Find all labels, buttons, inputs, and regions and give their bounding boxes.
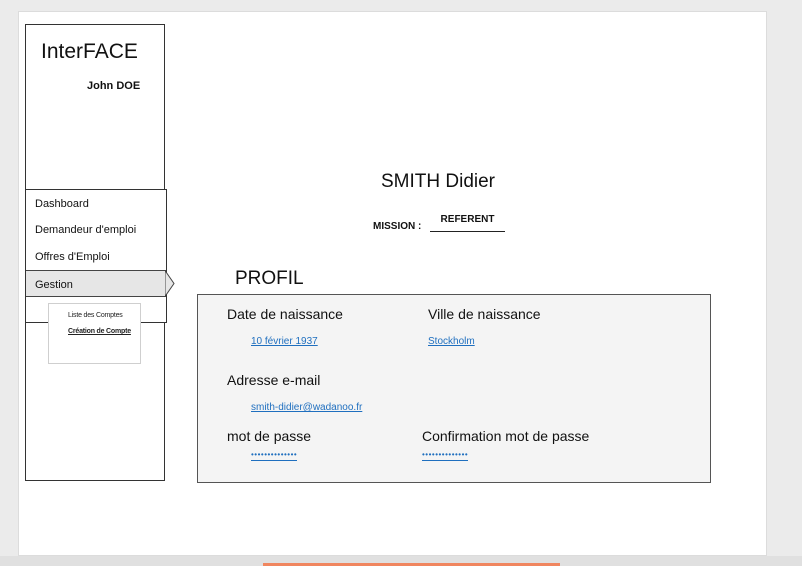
birth-city-label: Ville de naissance bbox=[428, 306, 541, 322]
submenu-item-creation-compte[interactable]: Création de Compte bbox=[68, 328, 131, 335]
sidebar-item-dashboard[interactable]: Dashboard bbox=[35, 198, 89, 210]
password-confirm-field[interactable]: •••••••••••••• bbox=[422, 451, 469, 461]
password-field[interactable]: •••••••••••••• bbox=[251, 451, 298, 461]
sidebar-item-demandeur-emploi[interactable]: Demandeur d'emploi bbox=[35, 224, 136, 236]
app-title: InterFACE bbox=[41, 40, 138, 63]
sidebar-item-gestion-active[interactable]: Gestion bbox=[26, 270, 166, 297]
birth-date-field[interactable]: 10 février 1937 bbox=[251, 336, 318, 347]
gestion-submenu: Liste des Comptes Création de Compte bbox=[48, 303, 141, 364]
submenu-item-liste-comptes[interactable]: Liste des Comptes bbox=[68, 312, 123, 319]
sidebar-item-gestion[interactable]: Gestion bbox=[35, 279, 73, 291]
email-label: Adresse e-mail bbox=[227, 372, 321, 388]
user-name: John DOE bbox=[87, 80, 141, 92]
password-label: mot de passe bbox=[227, 428, 312, 444]
mission-label: MISSION : bbox=[373, 221, 422, 232]
birth-city-field[interactable]: Stockholm bbox=[428, 336, 475, 347]
password-confirm-label: Confirmation mot de passe bbox=[422, 428, 590, 444]
person-name: SMITH Didier bbox=[381, 171, 496, 192]
active-item-arrow-icon bbox=[165, 270, 175, 297]
birth-date-label: Date de naissance bbox=[227, 306, 343, 322]
profile-panel: Date de naissance 10 février 1937 Ville … bbox=[197, 294, 711, 483]
email-field[interactable]: smith-didier@wadanoo.fr bbox=[251, 402, 362, 413]
sidebar-item-offres-emploi[interactable]: Offres d'Emploi bbox=[35, 251, 110, 263]
profile-section-title: PROFIL bbox=[235, 268, 304, 289]
mission-field[interactable]: REFERENT bbox=[430, 214, 505, 232]
